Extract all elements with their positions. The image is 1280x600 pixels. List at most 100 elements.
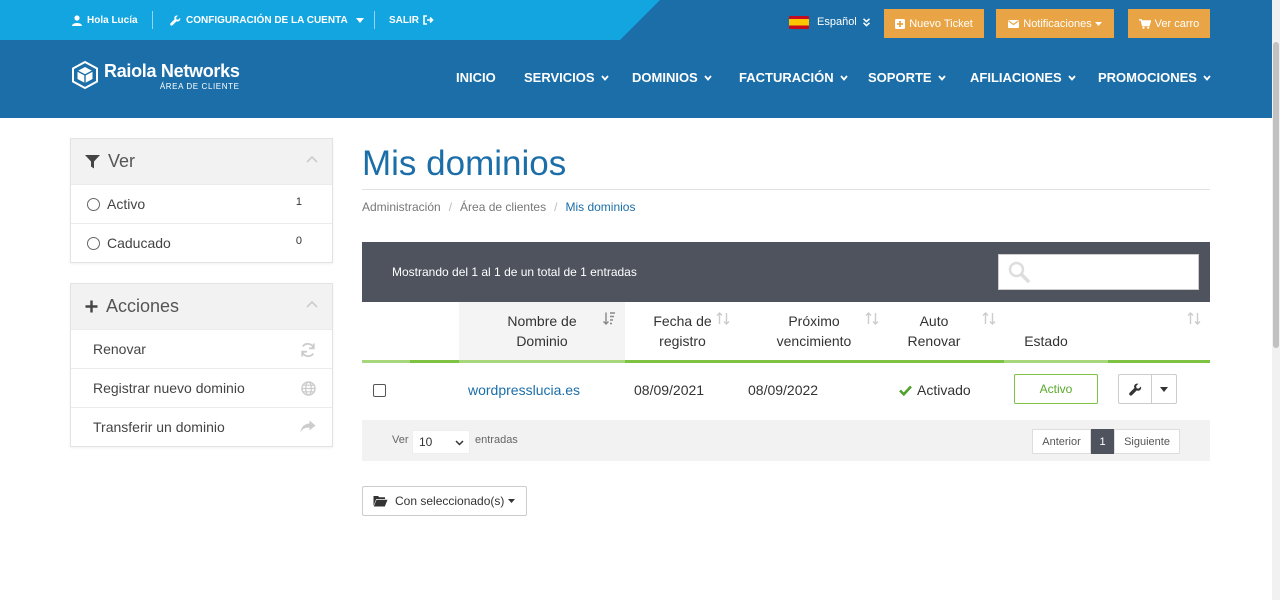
- filter-panel-header[interactable]: Ver: [71, 139, 332, 184]
- page-title: Mis dominios: [362, 144, 567, 183]
- radio-button[interactable]: [87, 197, 100, 211]
- check-icon: [899, 385, 912, 396]
- language-selector[interactable]: Español: [789, 12, 870, 32]
- sort-icon: [982, 312, 996, 325]
- domain-link[interactable]: wordpresslucia.es: [468, 382, 580, 398]
- nav-item-facturacion[interactable]: FACTURACIÓN: [739, 70, 848, 85]
- table-row[interactable]: wordpresslucia.es 08/09/2021 08/09/2022 …: [362, 363, 1210, 420]
- column-header-domain[interactable]: Nombre de Dominio: [459, 302, 625, 360]
- top-bar-divider: [152, 11, 153, 29]
- filter-item-caducado[interactable]: Caducado 0: [71, 223, 332, 262]
- new-ticket-button[interactable]: Nuevo Ticket: [884, 9, 984, 38]
- spain-flag-icon: [789, 15, 809, 29]
- breadcrumb-link[interactable]: Área de clientes: [460, 200, 546, 214]
- nav-item-label: SOPORTE: [868, 70, 932, 85]
- sort-icon: [716, 312, 730, 325]
- double-chevron-down-icon: [862, 17, 870, 27]
- sort-icon: [1187, 312, 1201, 325]
- title-divider: [362, 189, 1210, 190]
- nav-item-label: PROMOCIONES: [1098, 70, 1197, 85]
- auto-renew-label: Activado: [917, 382, 971, 398]
- pagination-page[interactable]: 1: [1091, 429, 1114, 454]
- column-header-line: Auto: [919, 313, 949, 329]
- nav-item-label: AFILIACIONES: [970, 70, 1062, 85]
- action-renovar[interactable]: Renovar: [71, 329, 332, 368]
- column-header-status[interactable]: Estado: [1004, 302, 1088, 360]
- sort-ascending-icon: [603, 312, 615, 325]
- folder-open-icon: [373, 496, 388, 507]
- filter-icon: [85, 154, 100, 168]
- sort-icon: [865, 312, 879, 325]
- globe-icon: [301, 381, 316, 396]
- column-header-line: Dominio: [516, 333, 568, 349]
- user-icon: [72, 14, 82, 26]
- filter-count: 1: [295, 196, 302, 208]
- greeting-label: Hola Lucía: [87, 14, 138, 26]
- pagination-next[interactable]: Siguiente: [1114, 429, 1180, 454]
- notifications-button[interactable]: Notificaciones: [996, 9, 1114, 38]
- scrollbar-thumb[interactable]: [1273, 42, 1279, 348]
- manage-domain-button[interactable]: [1118, 374, 1152, 404]
- pagination-previous[interactable]: Anterior: [1032, 429, 1091, 454]
- brand-logo[interactable]: Raiola Networks ÁREA DE CLIENTE: [72, 61, 240, 91]
- view-cart-button[interactable]: Ver carro: [1128, 9, 1210, 38]
- action-label: Transferir un dominio: [93, 419, 225, 435]
- nav-item-servicios[interactable]: SERVICIOS: [524, 70, 609, 85]
- action-transferir-dominio[interactable]: Transferir un dominio: [71, 407, 332, 446]
- chevron-down-icon: [1068, 74, 1076, 81]
- account-settings-menu[interactable]: CONFIGURACIÓN DE LA CUENTA: [170, 0, 364, 40]
- brand-name: Raiola Networks: [104, 61, 240, 81]
- action-label: Registrar nuevo dominio: [93, 380, 245, 396]
- wrench-icon: [170, 15, 181, 26]
- breadcrumb-separator: /: [448, 200, 453, 214]
- notifications-label: Notificaciones: [1023, 17, 1092, 30]
- filter-panel: Ver Activo 1 Caducado 0: [70, 138, 333, 263]
- page-size-select[interactable]: 10: [412, 430, 470, 454]
- nav-item-label: SERVICIOS: [524, 70, 595, 85]
- column-header-line: vencimiento: [776, 333, 852, 349]
- share-icon: [300, 420, 316, 433]
- column-header-auto-renew[interactable]: Auto Renovar: [888, 302, 1004, 360]
- auto-renew-status: Activado: [899, 382, 971, 398]
- plus-icon: [85, 300, 98, 313]
- sign-out-icon: [423, 15, 434, 25]
- nav-item-dominios[interactable]: DOMINIOS: [632, 70, 712, 85]
- chevron-up-icon[interactable]: [306, 155, 318, 163]
- account-settings-label: CONFIGURACIÓN DE LA CUENTA: [186, 14, 348, 26]
- filter-label: Caducado: [107, 235, 171, 251]
- nav-item-afiliaciones[interactable]: AFILIACIONES: [970, 70, 1076, 85]
- caret-down-icon: [1094, 21, 1102, 26]
- chevron-down-icon: [839, 74, 848, 81]
- column-header-line: registro: [659, 333, 706, 349]
- bulk-action-label: Con seleccionado(s): [395, 494, 505, 508]
- nav-item-soporte[interactable]: SOPORTE: [868, 70, 946, 85]
- wrench-icon: [1128, 383, 1141, 396]
- column-header-expiry[interactable]: Próximo vencimiento: [740, 302, 888, 360]
- user-greeting-link[interactable]: Hola Lucía: [72, 0, 138, 40]
- actions-panel-header[interactable]: Acciones: [71, 284, 332, 329]
- row-checkbox[interactable]: [373, 384, 386, 397]
- bulk-action-button[interactable]: Con seleccionado(s): [362, 486, 527, 516]
- column-header-registered[interactable]: Fecha de registro: [625, 302, 740, 360]
- table-toolbar: Mostrando del 1 al 1 de un total de 1 en…: [362, 242, 1210, 302]
- column-header-line: Renovar: [907, 333, 961, 349]
- filter-item-activo[interactable]: Activo 1: [71, 184, 332, 223]
- chevron-up-icon[interactable]: [306, 300, 318, 308]
- new-ticket-label: Nuevo Ticket: [909, 17, 973, 30]
- nav-item-promociones[interactable]: PROMOCIONES: [1098, 70, 1211, 85]
- logout-link[interactable]: SALIR: [389, 0, 434, 40]
- domain-options-dropdown[interactable]: [1151, 374, 1177, 404]
- page-scrollbar[interactable]: [1272, 0, 1280, 600]
- table-footer: Ver 10 entradas Anterior 1 Siguiente: [362, 420, 1210, 461]
- page-size-value: 10: [419, 435, 433, 449]
- action-label: Renovar: [93, 341, 146, 357]
- breadcrumb-link[interactable]: Administración: [362, 200, 441, 214]
- top-bar-divider: [374, 11, 375, 29]
- column-header-actions[interactable]: [1108, 302, 1210, 360]
- nav-item-inicio[interactable]: INICIO: [456, 70, 496, 85]
- main-navigation: Raiola Networks ÁREA DE CLIENTE INICIO S…: [0, 40, 1272, 118]
- action-registrar-dominio[interactable]: Registrar nuevo dominio: [71, 368, 332, 407]
- radio-button[interactable]: [87, 236, 100, 250]
- expiry-date: 08/09/2022: [748, 382, 819, 398]
- top-bar: Hola Lucía CONFIGURACIÓN DE LA CUENTA SA…: [0, 0, 1272, 40]
